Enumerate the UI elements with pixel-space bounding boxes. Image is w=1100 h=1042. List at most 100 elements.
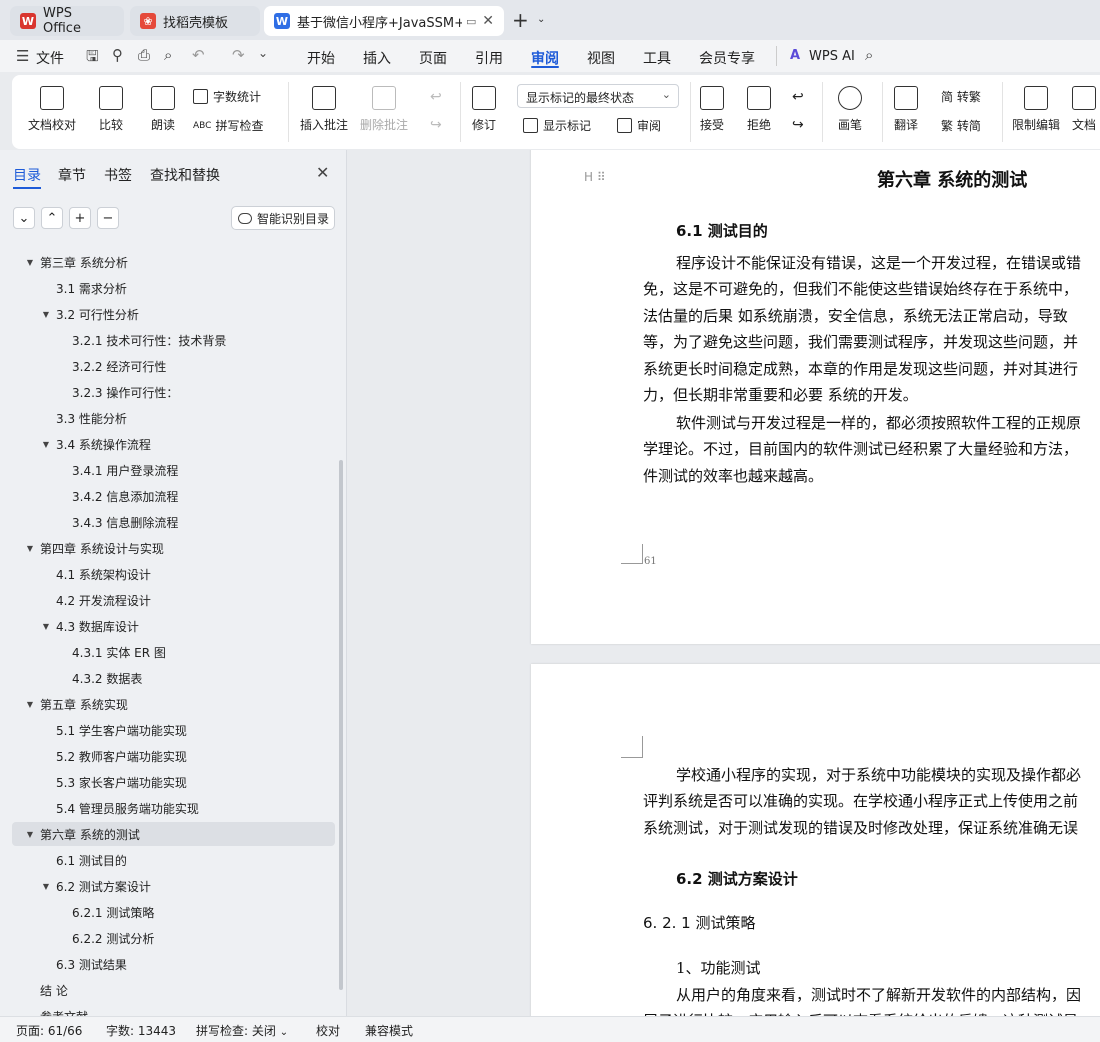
word-count-status[interactable]: 字数: 13443 bbox=[106, 1022, 176, 1039]
toc-item[interactable]: ▼ 第三章 系统分析 bbox=[12, 250, 335, 274]
chevron-down-icon[interactable]: ⌄ bbox=[537, 14, 545, 25]
share-icon[interactable]: ⚲ bbox=[112, 46, 123, 64]
toc-item[interactable]: 6.3 测试结果 bbox=[12, 952, 335, 976]
insert-comment-button[interactable]: 插入批注 bbox=[300, 86, 348, 133]
tab-docer-templates[interactable]: ❀ 找稻壳模板 bbox=[130, 6, 260, 36]
expand-triangle-icon[interactable]: ▼ bbox=[24, 258, 36, 267]
expand-up-button[interactable]: ⌃ bbox=[41, 207, 63, 229]
spell-check-status[interactable]: 拼写检查: 关闭 ⌄ bbox=[196, 1022, 288, 1039]
toc-item[interactable]: 6.2.2 测试分析 bbox=[12, 926, 335, 950]
toc-item[interactable]: ▼ 第四章 系统设计与实现 bbox=[12, 536, 335, 560]
hamburger-icon[interactable]: ☰ bbox=[16, 47, 29, 65]
compare-button[interactable]: 比较 bbox=[99, 86, 123, 133]
toc-item[interactable]: ▼ 6.2 测试方案设计 bbox=[12, 874, 335, 898]
menu-insert[interactable]: 插入 bbox=[363, 48, 391, 68]
toc-item[interactable]: 3.4.2 信息添加流程 bbox=[12, 484, 335, 508]
add-heading-button[interactable]: + bbox=[69, 207, 91, 229]
nav-tab-bookmarks[interactable]: 书签 bbox=[104, 165, 132, 185]
tab-document[interactable]: W 基于微信小程序+JavaSSM+M ▭ ✕ bbox=[264, 6, 504, 36]
heading-drag-handle-icon[interactable]: H ⠿ bbox=[584, 170, 606, 184]
restrict-edit-button[interactable]: 限制编辑 bbox=[1012, 86, 1060, 133]
prev-change-icon[interactable]: ↩ bbox=[792, 89, 804, 105]
doc-check-button[interactable]: 文档校对 bbox=[28, 86, 76, 133]
toc-item[interactable]: 结 论 bbox=[12, 978, 335, 1002]
accept-button[interactable]: 接受 bbox=[700, 86, 724, 133]
remove-heading-button[interactable]: − bbox=[97, 207, 119, 229]
close-icon[interactable]: ✕ bbox=[316, 163, 329, 182]
toc-item[interactable]: 6.1 测试目的 bbox=[12, 848, 335, 872]
toc-item[interactable]: 5.3 家长客户端功能实现 bbox=[12, 770, 335, 794]
markup-state-select[interactable]: 显示标记的最终状态 ⌄ bbox=[517, 84, 679, 108]
toc-item[interactable]: 4.3.2 数据表 bbox=[12, 666, 335, 690]
search-icon[interactable]: ⌕ bbox=[865, 46, 873, 64]
more-chevron-icon[interactable]: ⌄ bbox=[258, 46, 268, 60]
print-preview-icon[interactable]: ⌕ bbox=[164, 46, 172, 64]
wps-ai-button[interactable]: WPS AI bbox=[809, 49, 855, 64]
toc-item[interactable]: 3.2.3 操作可行性： bbox=[12, 380, 335, 404]
new-tab-icon[interactable]: + bbox=[512, 8, 529, 32]
menu-view[interactable]: 视图 bbox=[587, 48, 615, 68]
review-pane-button[interactable]: 审阅 bbox=[617, 117, 661, 134]
file-menu[interactable]: 文件 bbox=[36, 48, 64, 68]
menu-start[interactable]: 开始 bbox=[307, 48, 335, 68]
toc-item[interactable]: 5.2 教师客户端功能实现 bbox=[12, 744, 335, 768]
expand-triangle-icon[interactable]: ▼ bbox=[40, 310, 52, 319]
toc-item[interactable]: 4.1 系统架构设计 bbox=[12, 562, 335, 586]
expand-triangle-icon[interactable]: ▼ bbox=[40, 622, 52, 631]
to-traditional-button[interactable]: 简 转繁 bbox=[941, 88, 981, 105]
prev-comment-icon[interactable]: ↩ bbox=[430, 89, 442, 105]
toc-item[interactable]: 3.1 需求分析 bbox=[12, 276, 335, 300]
next-change-icon[interactable]: ↪ bbox=[792, 117, 804, 133]
print-icon[interactable]: ⎙ bbox=[138, 46, 150, 64]
page-indicator[interactable]: 页面: 61/66 bbox=[16, 1022, 82, 1039]
save-icon[interactable]: 🖫 bbox=[86, 46, 99, 71]
show-markup-button[interactable]: 显示标记 bbox=[523, 117, 591, 134]
expand-triangle-icon[interactable]: ▼ bbox=[24, 830, 36, 839]
expand-triangle-icon[interactable]: ▼ bbox=[40, 882, 52, 891]
doc-rights-button[interactable]: 文档 bbox=[1072, 86, 1096, 133]
menu-reference[interactable]: 引用 bbox=[475, 48, 503, 68]
toc-item[interactable]: 3.2.2 经济可行性 bbox=[12, 354, 335, 378]
redo-icon[interactable]: ↷ bbox=[232, 46, 245, 64]
close-icon[interactable]: ✕ bbox=[482, 13, 494, 29]
nav-scrollbar[interactable] bbox=[339, 460, 343, 990]
nav-tab-toc[interactable]: 目录 bbox=[13, 165, 41, 185]
menu-page[interactable]: 页面 bbox=[419, 48, 447, 68]
translate-button[interactable]: 翻译 bbox=[894, 86, 918, 133]
to-simplified-button[interactable]: 繁 转简 bbox=[941, 117, 981, 134]
toc-item[interactable]: ▼ 3.2 可行性分析 bbox=[12, 302, 335, 326]
expand-triangle-icon[interactable]: ▼ bbox=[40, 440, 52, 449]
smart-toc-button[interactable]: 智能识别目录 bbox=[231, 206, 335, 230]
toc-item[interactable]: 3.4.3 信息删除流程 bbox=[12, 510, 335, 534]
menu-member[interactable]: 会员专享 bbox=[699, 48, 755, 68]
toc-item[interactable]: 6.2.1 测试策略 bbox=[12, 900, 335, 924]
next-comment-icon[interactable]: ↪ bbox=[430, 117, 442, 133]
menu-review[interactable]: 审阅 bbox=[531, 48, 559, 68]
spell-check-button[interactable]: ABC 拼写检查 bbox=[193, 117, 263, 134]
tab-wps-office[interactable]: W WPS Office bbox=[10, 6, 124, 36]
toc-item[interactable]: 4.2 开发流程设计 bbox=[12, 588, 335, 612]
toc-item[interactable]: ▼ 4.3 数据库设计 bbox=[12, 614, 335, 638]
toc-item[interactable]: 3.3 性能分析 bbox=[12, 406, 335, 430]
reject-button[interactable]: 拒绝 bbox=[747, 86, 771, 133]
collapse-all-button[interactable]: ⌄ bbox=[13, 207, 35, 229]
toc-item[interactable]: 3.4.1 用户登录流程 bbox=[12, 458, 335, 482]
proofread-status[interactable]: 校对 bbox=[316, 1022, 340, 1039]
delete-comment-button[interactable]: 删除批注 bbox=[360, 86, 408, 133]
undo-icon[interactable]: ↶ bbox=[192, 46, 205, 64]
expand-triangle-icon[interactable]: ▼ bbox=[24, 700, 36, 709]
toc-item[interactable]: ▼ 第五章 系统实现 bbox=[12, 692, 335, 716]
nav-tab-find-replace[interactable]: 查找和替换 bbox=[150, 165, 220, 185]
toc-item[interactable]: 5.4 管理员服务端功能实现 bbox=[12, 796, 335, 820]
nav-tab-sections[interactable]: 章节 bbox=[58, 165, 86, 185]
menu-tools[interactable]: 工具 bbox=[643, 48, 671, 68]
toc-item[interactable]: 4.3.1 实体 ER 图 bbox=[12, 640, 335, 664]
pen-button[interactable]: 画笔 bbox=[838, 86, 862, 133]
toc-item[interactable]: 参考文献 bbox=[12, 1004, 335, 1017]
toc-item[interactable]: ▼ 第六章 系统的测试 bbox=[12, 822, 335, 846]
expand-triangle-icon[interactable]: ▼ bbox=[24, 544, 36, 553]
read-aloud-button[interactable]: 朗读 bbox=[151, 86, 175, 133]
toc-item[interactable]: 5.1 学生客户端功能实现 bbox=[12, 718, 335, 742]
word-count-button[interactable]: 字数统计 bbox=[193, 88, 261, 105]
toc-item[interactable]: 3.2.1 技术可行性：技术背景 bbox=[12, 328, 335, 352]
